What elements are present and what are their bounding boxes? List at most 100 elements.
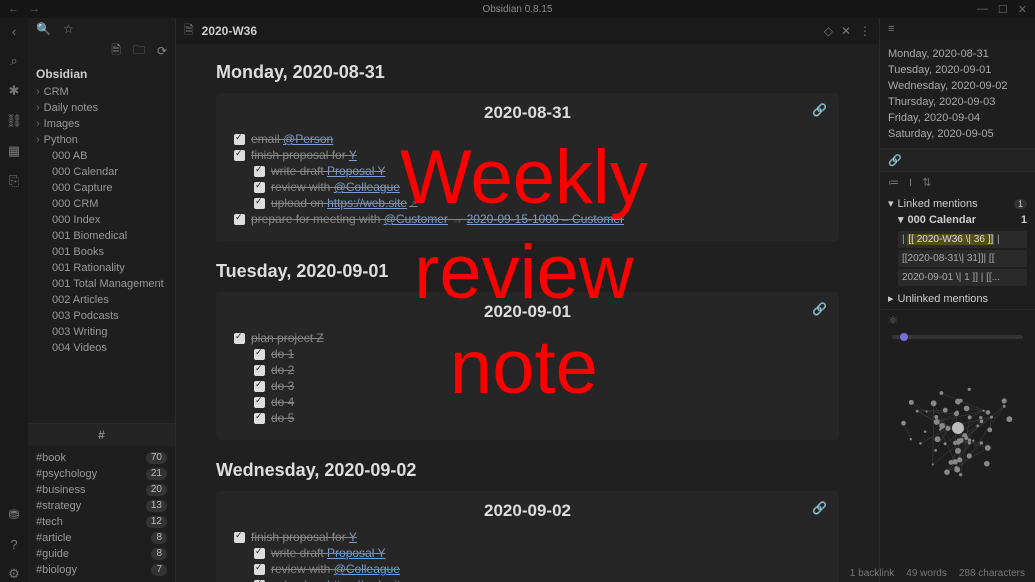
tag-item[interactable]: #biology7 [28,562,175,578]
tree-file[interactable]: 000 CRM [28,196,175,212]
outline-item[interactable]: Tuesday, 2020-09-01 [888,62,1027,78]
window-min-icon[interactable]: — [977,3,988,16]
backlink-icon[interactable]: 🔗 [888,154,902,167]
task-checkbox[interactable] [234,150,245,161]
tree-file[interactable]: 002 Articles [28,292,175,308]
task-checkbox[interactable] [254,564,265,575]
task-checkbox[interactable] [254,397,265,408]
outline-item[interactable]: Saturday, 2020-09-05 [888,126,1027,142]
tag-item[interactable]: #psychology21 [28,466,175,482]
outline-item[interactable]: Friday, 2020-09-04 [888,110,1027,126]
tree-file[interactable]: 000 Capture [28,180,175,196]
internal-link[interactable]: @Person [283,132,333,146]
sort-icon[interactable]: ⇅ [922,176,931,189]
internal-link[interactable]: @Customer [384,212,448,226]
tree-file[interactable]: 003 Writing [28,324,175,340]
sort-icon[interactable]: ⟳ [157,44,167,58]
star-icon[interactable]: ☆ [63,22,74,36]
internal-link[interactable]: https://web.site [327,578,407,582]
tag-item[interactable]: #tech12 [28,514,175,530]
embed-link-icon[interactable]: 🔗 [812,501,827,515]
internal-link[interactable]: @Colleague [334,180,400,194]
window-close-icon[interactable]: ✕ [1018,3,1027,16]
tab-pin-icon[interactable]: ◇ [824,24,833,38]
settings-icon[interactable]: ⚙ [8,566,20,582]
tree-folder[interactable]: CRM [28,84,175,100]
task-checkbox[interactable] [254,413,265,424]
task-checkbox[interactable] [234,532,245,543]
mention-match[interactable]: 2020-09-01 \| 1 ]] | [[... [898,269,1027,286]
internal-link[interactable]: Y [349,530,357,544]
mention-match[interactable]: | [[ 2020-W36 \| 36 ]] | [898,231,1027,248]
task-checkbox[interactable] [234,214,245,225]
task-checkbox[interactable] [234,333,245,344]
outline-item[interactable]: Wednesday, 2020-09-02 [888,78,1027,94]
task-checkbox[interactable] [254,381,265,392]
tree-file[interactable]: 001 Books [28,244,175,260]
tree-file[interactable]: 001 Biomedical [28,228,175,244]
tab-more-icon[interactable]: ⋮ [859,24,871,38]
vault-icon[interactable]: ⛃ [9,507,20,523]
tree-file[interactable]: 000 AB [28,148,175,164]
embed-link-icon[interactable]: 🔗 [812,302,827,316]
tree-file[interactable]: 001 Total Management [28,276,175,292]
mention-file[interactable]: ▾000 Calendar 1 [888,210,1027,229]
tree-file[interactable]: 003 Podcasts [28,308,175,324]
task-checkbox[interactable] [254,349,265,360]
help-icon[interactable]: ? [10,537,17,552]
mention-match[interactable]: [[2020-08-31\| 31]]| [[ [898,250,1027,267]
task-checkbox[interactable] [254,166,265,177]
tree-file[interactable]: 004 Videos [28,340,175,356]
tree-file[interactable]: 001 Rationality [28,260,175,276]
graph-config-icon[interactable]: ⚛ [888,314,898,327]
back-icon[interactable]: ← [8,3,19,15]
linked-mentions-header[interactable]: ▾Linked mentions 1 [888,197,1027,210]
tag-item[interactable]: #article8 [28,530,175,546]
day-heading: Monday, 2020-08-31 [216,62,839,83]
tree-folder[interactable]: Daily notes [28,100,175,116]
graph-depth-slider[interactable] [892,335,1023,339]
tree-folder[interactable]: Python [28,132,175,148]
template-icon[interactable]: ⎘ [9,173,19,189]
outline-item[interactable]: Thursday, 2020-09-03 [888,94,1027,110]
tag-item[interactable]: #guide8 [28,546,175,562]
nav-back-icon[interactable]: ‹ [12,24,16,39]
window-max-icon[interactable]: ☐ [998,3,1008,16]
quick-open-icon[interactable]: ⌕ [10,53,17,69]
daily-note-icon[interactable]: ▦ [8,143,20,159]
task-checkbox[interactable] [254,182,265,193]
tab-close-icon[interactable]: ✕ [841,24,851,38]
link-icon[interactable]: ⛓ [6,113,23,129]
forward-icon[interactable]: → [29,3,40,15]
internal-link[interactable]: Proposal Y [327,546,385,560]
word-icon[interactable]: I [909,177,912,189]
internal-link[interactable]: 2020-09-15-1000 – Customer [467,212,624,226]
tree-file[interactable]: 000 Index [28,212,175,228]
outline-item[interactable]: Monday, 2020-08-31 [888,46,1027,62]
graph-icon[interactable]: ✱ [9,83,20,99]
internal-link[interactable]: https://web.site [327,196,407,210]
embed-link-icon[interactable]: 🔗 [812,103,827,117]
local-graph[interactable] [880,343,1035,493]
unlinked-mentions-header[interactable]: ▸Unlinked mentions [888,292,1027,305]
tag-item[interactable]: #book70 [28,450,175,466]
new-file-icon[interactable]: 🗎 [111,41,121,62]
new-folder-icon[interactable]: 🗀 [133,41,145,62]
collapse-icon[interactable]: ≔ [888,176,899,189]
tree-file[interactable]: 000 Calendar [28,164,175,180]
task-item: do 2 [234,362,821,378]
task-checkbox[interactable] [234,134,245,145]
internal-link[interactable]: @Colleague [334,562,400,576]
task-checkbox[interactable] [254,548,265,559]
internal-link[interactable]: Proposal Y [327,164,385,178]
search-icon[interactable]: 🔍 [36,22,51,36]
tree-folder[interactable]: Images [28,116,175,132]
tag-item[interactable]: #business20 [28,482,175,498]
outline-tab-icon[interactable]: ≡ [888,23,894,35]
task-checkbox[interactable] [254,198,265,209]
task-checkbox[interactable] [254,365,265,376]
tab-title[interactable]: 2020-W36 [202,24,816,38]
graph-panel[interactable]: ⚛ [880,309,1035,582]
tag-item[interactable]: #strategy13 [28,498,175,514]
internal-link[interactable]: Y [349,148,357,162]
